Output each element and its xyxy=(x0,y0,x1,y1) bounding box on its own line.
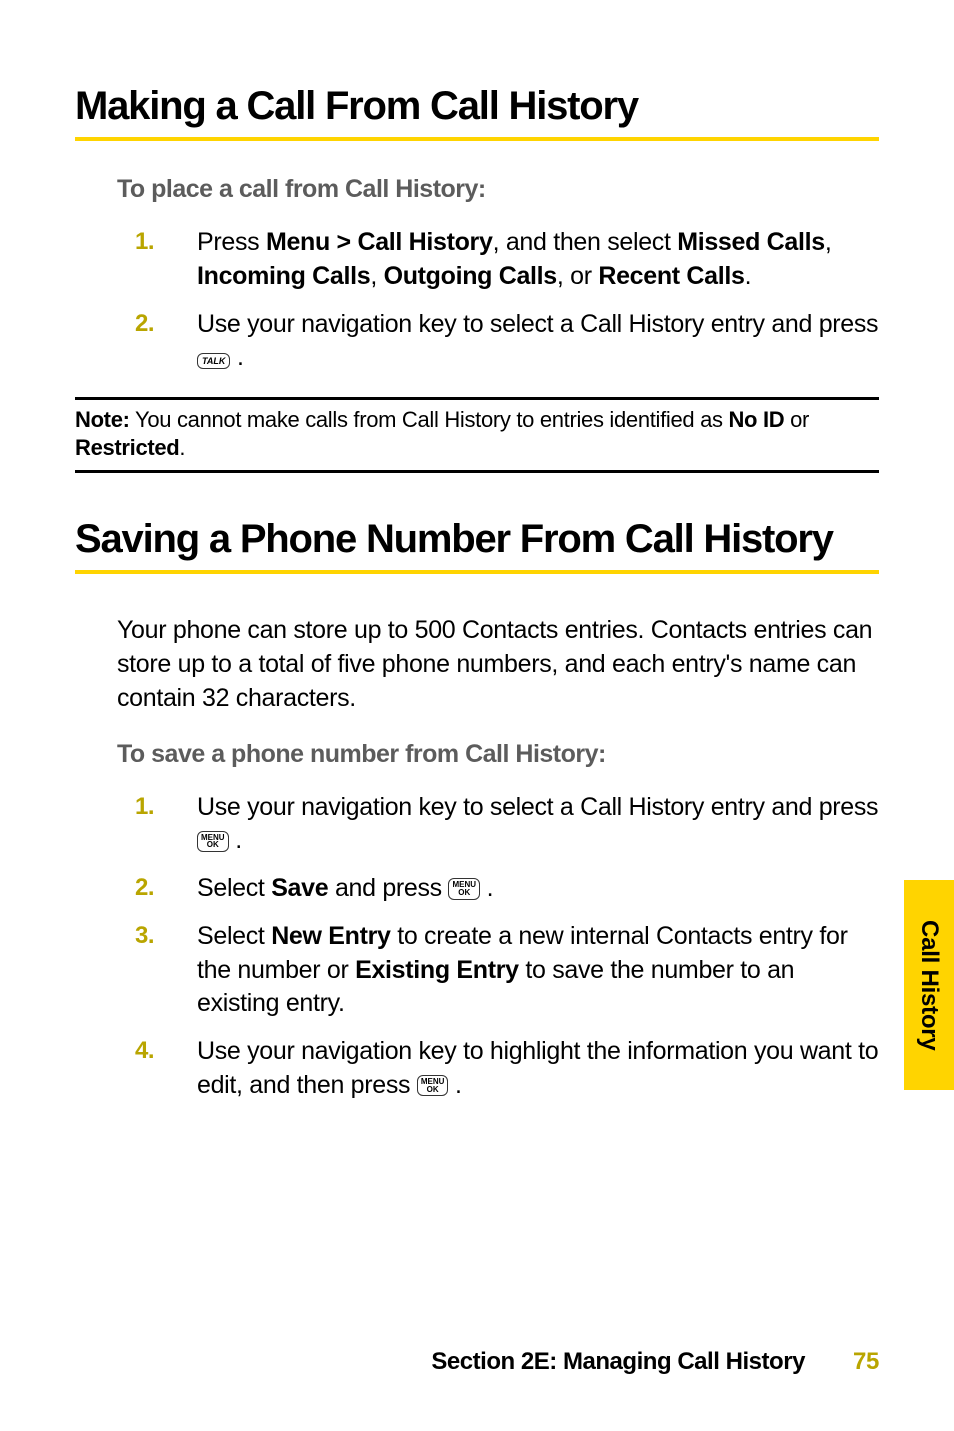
t: . xyxy=(448,1071,461,1099)
t: OK xyxy=(201,841,225,849)
step-number: 4. xyxy=(135,1035,154,1067)
t: Select xyxy=(197,874,271,902)
opt-save: Save xyxy=(271,874,328,902)
opt-missed: Missed Calls xyxy=(677,228,825,256)
step-text: Press Menu > Call History, and then sele… xyxy=(197,228,831,290)
page-content: Making a Call From Call History To place… xyxy=(0,0,954,1103)
menu-ok-key-icon: MENUOK xyxy=(417,1075,449,1096)
step-text: Use your navigation key to select a Call… xyxy=(197,793,878,855)
t: Press xyxy=(197,228,266,256)
step-1: 1. Use your navigation key to select a C… xyxy=(135,791,879,859)
section-side-tab: Call History xyxy=(904,880,954,1090)
t: , and then select xyxy=(493,228,678,256)
footer-section: Section 2E: Managing Call History xyxy=(431,1348,805,1376)
step-number: 2. xyxy=(135,308,154,340)
opt-new-entry: New Entry xyxy=(271,922,390,950)
intro-paragraph: Your phone can store up to 500 Contacts … xyxy=(117,614,879,715)
step-text: Select Save and press MENUOK . xyxy=(197,874,493,902)
heading-making-call: Making a Call From Call History xyxy=(75,84,879,129)
note-label: Note: xyxy=(75,407,130,432)
t: Use your navigation key to select a Call… xyxy=(197,793,878,821)
t: OK xyxy=(421,1086,445,1094)
t: You cannot make calls from Call History … xyxy=(130,407,729,432)
step-number: 2. xyxy=(135,872,154,904)
t: or xyxy=(784,407,809,432)
heading-saving-number: Saving a Phone Number From Call History xyxy=(75,517,879,562)
step-4: 4. Use your navigation key to highlight … xyxy=(135,1035,879,1103)
talk-key-icon: TALK xyxy=(197,353,230,369)
t: OK xyxy=(452,889,476,897)
side-tab-label: Call History xyxy=(915,920,943,1051)
note-noid: No ID xyxy=(728,407,784,432)
menu-path: Menu > Call History xyxy=(266,228,493,256)
step-1: 1. Press Menu > Call History, and then s… xyxy=(135,226,879,294)
step-3: 3. Select New Entry to create a new inte… xyxy=(135,920,879,1021)
t: . xyxy=(745,262,752,290)
step-text: Select New Entry to create a new interna… xyxy=(197,922,848,1018)
footer-page-number: 75 xyxy=(853,1348,879,1376)
step-text: Use your navigation key to select a Call… xyxy=(197,310,878,372)
note-restricted: Restricted xyxy=(75,435,179,460)
step-number: 1. xyxy=(135,791,154,823)
page-footer: Section 2E: Managing Call History 75 xyxy=(0,1348,954,1376)
step-number: 3. xyxy=(135,920,154,952)
steps-place-call: 1. Press Menu > Call History, and then s… xyxy=(75,226,879,375)
opt-existing-entry: Existing Entry xyxy=(355,956,519,984)
heading-underline xyxy=(75,137,879,141)
step-2: 2. Select Save and press MENUOK . xyxy=(135,872,879,906)
opt-recent: Recent Calls xyxy=(598,262,744,290)
t: . xyxy=(229,826,242,854)
t: , xyxy=(370,262,383,290)
t: , xyxy=(825,228,832,256)
t: Select xyxy=(197,922,271,950)
subhead-place-call: To place a call from Call History: xyxy=(117,175,879,204)
subhead-save-number: To save a phone number from Call History… xyxy=(117,740,879,769)
opt-outgoing: Outgoing Calls xyxy=(384,262,557,290)
menu-ok-key-icon: MENUOK xyxy=(448,878,480,899)
t: Use your navigation key to select a Call… xyxy=(197,310,878,338)
spacer xyxy=(75,479,879,517)
opt-incoming: Incoming Calls xyxy=(197,262,370,290)
step-2: 2. Use your navigation key to select a C… xyxy=(135,308,879,376)
t: Use your navigation key to highlight the… xyxy=(197,1037,878,1099)
step-number: 1. xyxy=(135,226,154,258)
t: . xyxy=(179,435,185,460)
step-text: Use your navigation key to highlight the… xyxy=(197,1037,878,1099)
t: , or xyxy=(557,262,598,290)
menu-ok-key-icon: MENUOK xyxy=(197,831,229,852)
note-rule-top xyxy=(75,397,879,400)
t: . xyxy=(230,343,243,371)
heading-underline xyxy=(75,570,879,574)
note-block: Note: You cannot make calls from Call Hi… xyxy=(75,406,879,462)
t: . xyxy=(480,874,493,902)
note-rule-bottom xyxy=(75,470,879,473)
steps-save-number: 1. Use your navigation key to select a C… xyxy=(75,791,879,1103)
t: and press xyxy=(328,874,448,902)
